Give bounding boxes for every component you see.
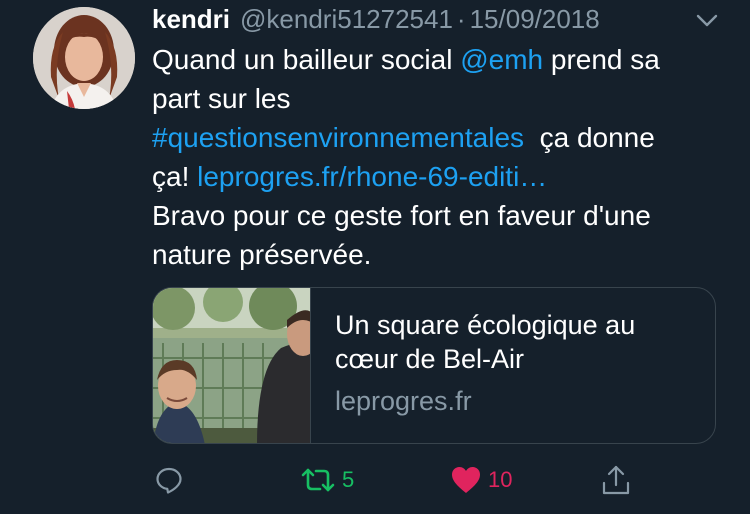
author-name[interactable]: kendri [152,4,230,35]
tweet-line-5: Bravo pour ce geste fort en faveur d'une [152,200,651,231]
header-separator: · [456,4,466,34]
tweet-line-6: nature préservée. [152,239,372,270]
card-thumbnail-image [153,288,311,443]
share-icon [602,465,630,495]
tweet[interactable]: kendri @kendri51272541 · 15/09/2018 Quan… [0,0,750,514]
hashtag-link[interactable]: #questionsenvironnementales [152,122,524,153]
article-url-link[interactable]: leprogres.fr/rhone-69-editi… [197,161,547,192]
tweet-header: kendri @kendri51272541 · 15/09/2018 [152,4,600,38]
tweet-actions-bar: 5 10 [0,458,750,502]
heart-icon [452,467,480,493]
tweet-date[interactable]: 15/09/2018 [470,4,600,35]
card-title-line-1: Un square écologique au [335,310,636,340]
retweet-icon [301,468,335,492]
card-domain: leprogres.fr [335,386,472,416]
tweet-text-segment: Quand un bailleur social [152,44,461,75]
share-button[interactable] [601,458,631,502]
author-handle[interactable]: @kendri51272541 [240,4,453,35]
tweet-line-3: #questionsenvironnementales ça donne [152,118,732,157]
retweet-button[interactable]: 5 [300,458,354,502]
tweet-text-segment: ça donne [524,122,655,153]
tweet-text-segment: ça! [152,161,198,192]
tweet-text-segment: prend sa [543,44,660,75]
tweet-line-2: part sur les [152,83,291,114]
like-count: 10 [488,467,513,492]
tweet-text: Quand un bailleur social @emh prend sa p… [152,40,732,274]
chevron-down-icon[interactable] [696,14,718,28]
retweet-count: 5 [342,467,355,492]
card-title-line-2: cœur de Bel-Air [335,344,525,374]
like-button[interactable]: 10 [450,458,512,502]
reply-icon [156,467,182,494]
mention-link[interactable]: @emh [460,44,543,75]
tweet-line-4: ça! leprogres.fr/rhone-69-editi… [152,157,732,196]
link-preview-card[interactable]: Un square écologique au cœur de Bel-Air … [152,287,716,444]
reply-button[interactable] [154,458,184,502]
tweet-line-1: Quand un bailleur social @emh prend sa [152,40,732,79]
avatar[interactable] [33,7,135,109]
card-title: Un square écologique au cœur de Bel-Air [335,308,705,376]
